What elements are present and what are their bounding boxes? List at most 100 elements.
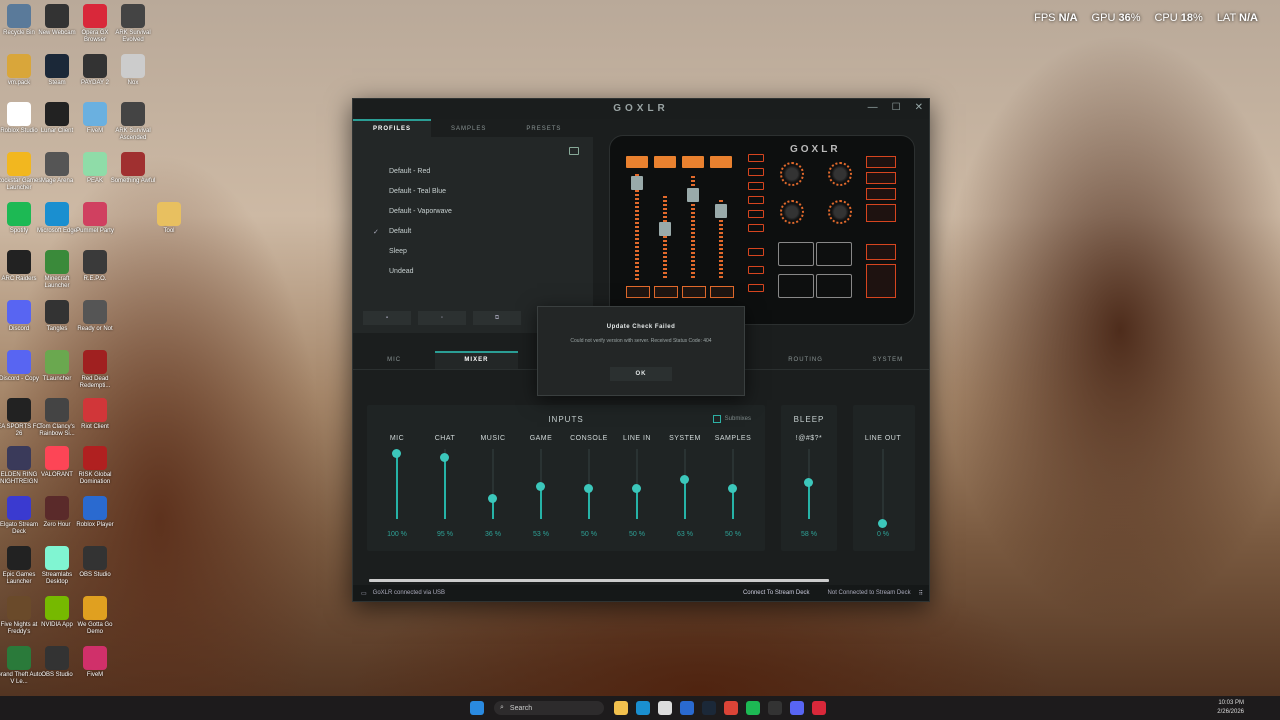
start-icon[interactable]	[470, 701, 484, 715]
chrome-icon[interactable]	[724, 701, 738, 715]
fx-button[interactable]	[866, 204, 896, 222]
tab-mixer[interactable]: MIXER	[435, 351, 518, 369]
discord-icon[interactable]	[790, 701, 804, 715]
desktop-icon[interactable]: RISK Global Domination	[72, 446, 118, 486]
save-icon[interactable]	[569, 147, 579, 155]
volume-track[interactable]	[882, 449, 884, 519]
edge-icon[interactable]	[636, 701, 650, 715]
goxlr-taskbar-icon[interactable]	[768, 701, 782, 715]
profile-item[interactable]: Default - Red	[389, 168, 452, 188]
profile-item[interactable]: Undead	[389, 268, 452, 288]
close-button[interactable]: ✕	[915, 102, 923, 113]
effect-select-button[interactable]	[748, 196, 764, 204]
connect-stream-deck-link[interactable]: Connect To Stream Deck	[743, 590, 810, 596]
desktop-icon[interactable]: ARK Survival Evolved	[110, 4, 156, 44]
taskbar-clock[interactable]: 10:03 PM 2/26/2026	[1217, 699, 1244, 717]
hardtune-button[interactable]	[866, 188, 896, 200]
profile-item[interactable]: Default - Vaporwave	[389, 208, 452, 228]
mail-icon[interactable]	[680, 701, 694, 715]
tab-routing[interactable]: ROUTING	[764, 351, 846, 369]
maximize-button[interactable]: ☐	[892, 102, 901, 113]
desktop-icon[interactable]: Something Awful	[110, 152, 156, 185]
desktop-icon[interactable]: Riot Client	[72, 398, 118, 431]
desktop-icon[interactable]: R.E.P.O.	[72, 250, 118, 283]
desktop-icon[interactable]: Red Dead Redempti...	[72, 350, 118, 390]
new-profile-button[interactable]: ▫	[418, 311, 466, 325]
channel-mic-icon[interactable]	[626, 156, 648, 168]
effect-select-button[interactable]	[748, 182, 764, 190]
taskbar-search[interactable]: ⌕ Search	[494, 701, 604, 715]
desktop-icon[interactable]: OBS Studio	[72, 546, 118, 579]
sample-pad[interactable]	[778, 242, 814, 266]
profile-item[interactable]: Default - Teal Blue	[389, 188, 452, 208]
tab-profiles[interactable]: PROFILES	[353, 119, 432, 137]
mute-button[interactable]	[654, 286, 678, 298]
steam-icon[interactable]	[702, 701, 716, 715]
volume-slider-handle[interactable]	[584, 484, 593, 493]
title-bar[interactable]: GOXLR — ☐ ✕	[353, 99, 929, 119]
desktop-icon[interactable]: Pummel Party	[72, 202, 118, 235]
cough-button[interactable]	[866, 264, 896, 298]
effect-select-button[interactable]	[748, 168, 764, 176]
store-icon[interactable]	[658, 701, 672, 715]
desktop-icon[interactable]: Nox	[110, 54, 156, 87]
sample-pad[interactable]	[816, 242, 852, 266]
dialog-ok-button[interactable]: OK	[610, 367, 672, 381]
minimize-button[interactable]: —	[868, 102, 878, 113]
bleep-button[interactable]	[866, 244, 896, 260]
effect-select-button[interactable]	[748, 210, 764, 218]
channel-music-icon[interactable]	[654, 156, 676, 168]
pitch-knob[interactable]	[780, 200, 804, 224]
desktop-icon[interactable]: ARK Survival Ascended	[110, 102, 156, 142]
desktop-icon[interactable]: We Gotta Go Demo	[72, 596, 118, 636]
volume-slider-handle[interactable]	[680, 474, 689, 484]
spotify-icon[interactable]	[746, 701, 760, 715]
tab-mic[interactable]: MIC	[353, 351, 435, 369]
grid-icon[interactable]: ⠿	[919, 590, 923, 597]
desktop-icon[interactable]: FiveM	[72, 646, 118, 679]
file-explorer-icon[interactable]	[614, 701, 628, 715]
profile-item[interactable]: Sleep	[389, 248, 452, 268]
tab-system[interactable]: SYSTEM	[847, 351, 929, 369]
desktop-icon[interactable]: Ready or Not	[72, 300, 118, 333]
device-fader-knob[interactable]	[659, 222, 671, 236]
megaphone-button[interactable]	[866, 156, 896, 168]
mute-button[interactable]	[682, 286, 706, 298]
sampler-bank-button[interactable]	[748, 248, 764, 256]
volume-slider-handle[interactable]	[488, 493, 497, 503]
volume-slider-handle[interactable]	[804, 478, 813, 488]
gender-knob[interactable]	[828, 200, 852, 224]
sampler-bank-button[interactable]	[748, 266, 764, 274]
tab-presets[interactable]: PRESETS	[506, 119, 581, 137]
volume-slider-handle[interactable]	[392, 449, 401, 458]
desktop-icon[interactable]: Tool	[146, 202, 192, 235]
mute-button[interactable]	[710, 286, 734, 298]
sample-pad[interactable]	[778, 274, 814, 298]
save-profile-button[interactable]: ▪	[363, 311, 411, 325]
channel-system-icon[interactable]	[710, 156, 732, 168]
volume-slider-handle[interactable]	[878, 519, 887, 528]
mixer-scrollbar[interactable]	[369, 579, 829, 582]
device-fader-knob[interactable]	[631, 176, 643, 190]
device-fader-knob[interactable]	[687, 188, 699, 202]
device-fader-knob[interactable]	[715, 204, 727, 218]
volume-slider-handle[interactable]	[728, 484, 737, 493]
copy-profile-button[interactable]: ⧉	[473, 311, 521, 325]
sample-pad[interactable]	[816, 274, 852, 298]
effect-select-button[interactable]	[748, 154, 764, 162]
volume-slider-handle[interactable]	[536, 481, 545, 491]
desktop-icon[interactable]: Roblox Player	[72, 496, 118, 529]
submixes-toggle[interactable]: Submixes	[712, 415, 751, 423]
channel-game-icon[interactable]	[682, 156, 704, 168]
robot-button[interactable]	[866, 172, 896, 184]
sampler-bank-button[interactable]	[748, 284, 764, 292]
effect-select-button[interactable]	[748, 224, 764, 232]
submixes-checkbox[interactable]	[712, 415, 721, 423]
volume-slider-handle[interactable]	[440, 452, 449, 462]
profile-item[interactable]: ✓ Default	[373, 228, 452, 248]
tab-samples[interactable]: SAMPLES	[431, 119, 506, 137]
opera-icon[interactable]	[812, 701, 826, 715]
mute-button[interactable]	[626, 286, 650, 298]
echo-knob[interactable]	[828, 162, 852, 186]
volume-slider-handle[interactable]	[632, 484, 641, 493]
